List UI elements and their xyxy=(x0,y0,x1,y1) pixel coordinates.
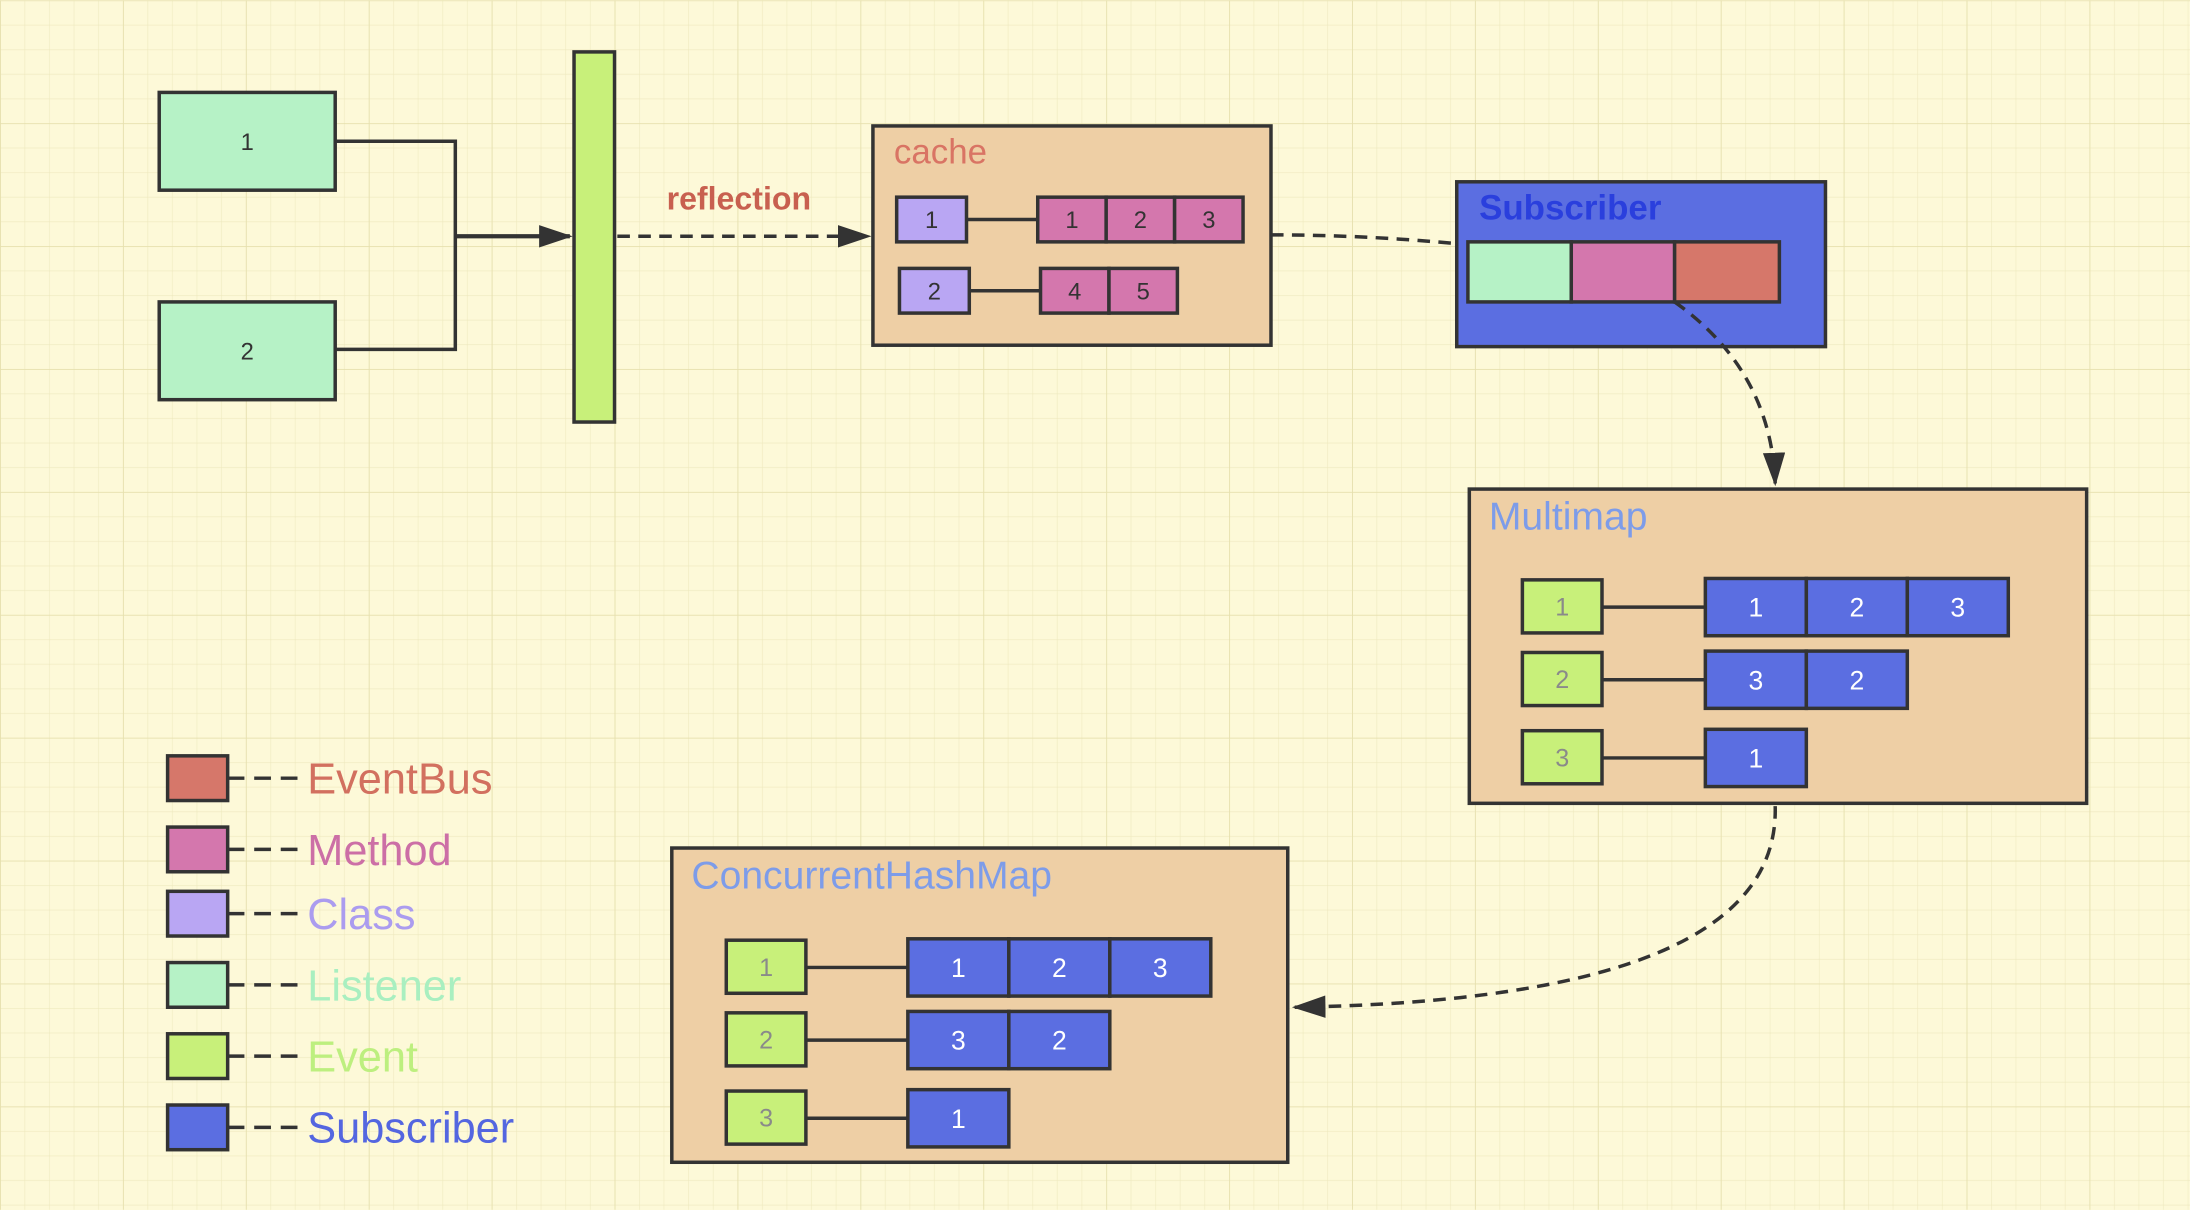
method-box: 2 xyxy=(1104,195,1177,244)
class-box-label: 1 xyxy=(925,208,938,234)
listener-box-1: 1 xyxy=(157,90,337,192)
legend-label: Class xyxy=(307,891,415,939)
subscriber-box-label: 3 xyxy=(1153,953,1168,983)
event-box: 2 xyxy=(1520,650,1604,708)
subscriber-box-label: 1 xyxy=(1748,743,1763,773)
subscriber-listener-part-shape xyxy=(1466,240,1574,304)
event-box-label: 1 xyxy=(1555,593,1569,621)
method-box: 5 xyxy=(1107,266,1180,315)
legend-swatch xyxy=(165,754,230,803)
subscriber-box: 1 xyxy=(1703,727,1809,789)
method-box: 4 xyxy=(1038,266,1111,315)
multimap-title: Multimap xyxy=(1489,496,1648,539)
cache-title: cache xyxy=(894,133,987,172)
legend-swatch xyxy=(165,825,230,874)
event-box: 2 xyxy=(724,1011,808,1068)
concurrent-hash-map-title: ConcurrentHashMap xyxy=(691,855,1052,898)
legend-label: Event xyxy=(307,1033,418,1081)
event-box-label: 3 xyxy=(1555,744,1569,772)
listener-box-1-label: 1 xyxy=(241,130,254,156)
subscriber-box: 2 xyxy=(1804,576,1910,638)
legend-swatch xyxy=(165,1103,230,1152)
subscriber-method-part xyxy=(1569,240,1677,304)
subscriber-box: 3 xyxy=(1905,576,2011,638)
event-box: 3 xyxy=(1520,728,1604,786)
subscriber-box: 2 xyxy=(1007,937,1112,998)
class-box-label: 2 xyxy=(928,279,941,305)
method-box: 3 xyxy=(1172,195,1245,244)
method-box-label: 5 xyxy=(1137,279,1150,305)
event-box-label: 3 xyxy=(759,1105,773,1133)
eventbus-diagram: 1 2 reflection cache 1 1 2 3 2 4 5 Subscriber Multim… xyxy=(0,0,2190,1210)
method-box-label: 4 xyxy=(1068,279,1081,305)
legend-label: Listener xyxy=(307,962,461,1010)
method-box-label: 3 xyxy=(1202,208,1215,234)
subscriber-box: 3 xyxy=(1703,649,1809,711)
subscriber-box: 1 xyxy=(1703,576,1809,638)
method-box-label: 2 xyxy=(1134,208,1147,234)
subscriber-box-label: 1 xyxy=(951,1104,966,1134)
subscriber-title: Subscriber xyxy=(1479,189,1662,228)
legend-label: Method xyxy=(307,827,451,875)
subscriber-eventbus-part xyxy=(1672,240,1782,304)
subscriber-listener-part xyxy=(1466,240,1574,304)
legend-swatch xyxy=(165,889,230,938)
legend-item-method: Method xyxy=(165,825,452,875)
legend-item-listener: Listener xyxy=(165,960,461,1010)
event-bar-shape xyxy=(572,50,617,424)
subscriber-box: 2 xyxy=(1804,649,1910,711)
subscriber-box: 3 xyxy=(906,1009,1011,1071)
legend-item-subscriber: Subscriber xyxy=(165,1103,514,1153)
event-box-label: 2 xyxy=(1555,666,1569,694)
subscriber-box-label: 2 xyxy=(1052,1026,1067,1056)
legend-label: Subscriber xyxy=(307,1105,514,1153)
event-box: 3 xyxy=(724,1089,808,1146)
subscriber-box-label: 2 xyxy=(1052,953,1067,983)
event-bar xyxy=(572,50,617,424)
subscriber-box: 2 xyxy=(1007,1009,1112,1071)
subscriber-method-part-shape xyxy=(1569,240,1677,304)
subscriber-box-label: 3 xyxy=(951,1026,966,1056)
listener-box-2: 2 xyxy=(157,300,337,402)
event-box: 1 xyxy=(724,938,808,996)
event-box-label: 1 xyxy=(759,954,773,982)
subscriber-box-label: 3 xyxy=(1950,593,1965,623)
legend-swatch xyxy=(165,1032,230,1081)
subscriber-box-label: 2 xyxy=(1849,593,1864,623)
subscriber-box-label: 3 xyxy=(1748,665,1763,695)
class-box: 2 xyxy=(897,266,972,315)
subscriber-box: 3 xyxy=(1108,937,1213,998)
method-box-label: 1 xyxy=(1065,208,1078,234)
subscriber-box: 1 xyxy=(906,1087,1011,1149)
legend-swatch xyxy=(165,960,230,1009)
method-box: 1 xyxy=(1035,195,1108,244)
subscriber-box-label: 1 xyxy=(951,953,966,983)
legend-item-eventbus: EventBus xyxy=(165,754,493,804)
subscriber-box-label: 2 xyxy=(1849,665,1864,695)
class-box: 1 xyxy=(894,195,969,244)
event-box: 1 xyxy=(1520,578,1604,635)
subscriber-box: 1 xyxy=(906,937,1011,998)
reflection-label: reflection xyxy=(667,181,812,217)
event-box-label: 2 xyxy=(759,1026,773,1054)
subscriber-box-label: 1 xyxy=(1748,593,1763,623)
legend-label: EventBus xyxy=(307,756,492,804)
subscriber-eventbus-part-shape xyxy=(1672,240,1782,304)
listener-box-2-label: 2 xyxy=(241,339,254,365)
